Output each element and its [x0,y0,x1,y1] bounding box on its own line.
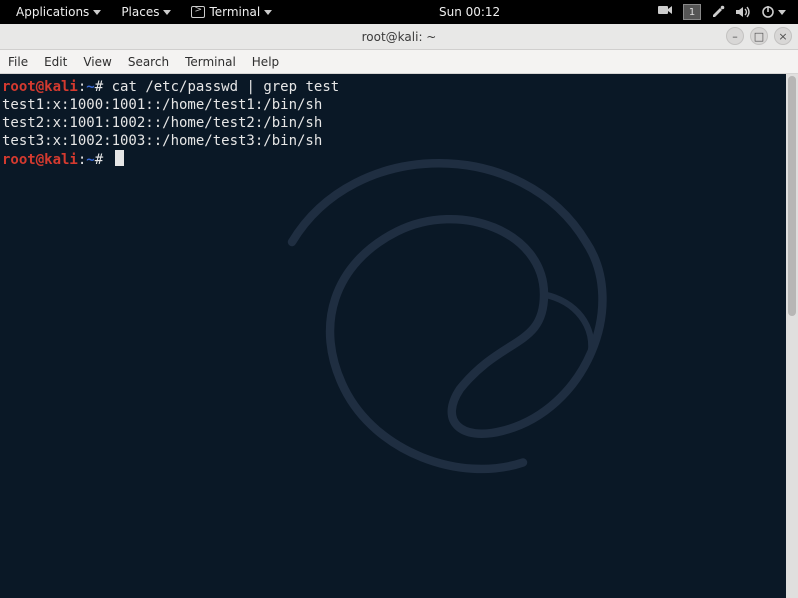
prompt-symbol: # [95,79,103,95]
volume-icon[interactable] [735,5,751,19]
menu-view[interactable]: View [75,50,119,74]
prompt-symbol: # [95,152,103,168]
scrollbar[interactable] [786,74,798,598]
terminal-label: Terminal [209,5,260,19]
camera-icon[interactable] [657,3,673,21]
scrollbar-thumb[interactable] [788,76,796,316]
prompt-path: ~ [86,79,94,95]
window-title: root@kali: ~ [362,30,437,44]
terminal-window: root@kali: ~ – □ × File Edit View Search… [0,24,798,598]
close-button[interactable]: × [774,27,792,45]
terminal-line: root@kali:~# [2,150,794,169]
applications-label: Applications [16,5,89,19]
chevron-down-icon [264,10,272,15]
maximize-button[interactable]: □ [750,27,768,45]
menu-edit[interactable]: Edit [36,50,75,74]
workspace-indicator[interactable]: 1 [683,4,701,20]
prompt-user: root@kali [2,152,78,168]
menu-file[interactable]: File [0,50,36,74]
clock-label[interactable]: Sun 00:12 [439,5,500,19]
power-icon [761,5,775,19]
minimize-button[interactable]: – [726,27,744,45]
terminal-icon [191,6,205,18]
terminal-content[interactable]: root@kali:~# cat /etc/passwd | grep test… [0,74,798,598]
menu-search[interactable]: Search [120,50,177,74]
applications-menu[interactable]: Applications [6,0,111,24]
window-titlebar[interactable]: root@kali: ~ – □ × [0,24,798,50]
chevron-down-icon [163,10,171,15]
chevron-down-icon [93,10,101,15]
menu-help[interactable]: Help [244,50,287,74]
menu-terminal[interactable]: Terminal [177,50,244,74]
terminal-line: root@kali:~# cat /etc/passwd | grep test [2,78,794,96]
terminal-output-line: test2:x:1001:1002::/home/test2:/bin/sh [2,114,794,132]
power-menu[interactable] [761,5,786,19]
command-text: cat /etc/passwd | grep test [103,79,339,95]
places-menu[interactable]: Places [111,0,181,24]
terminal-output-line: test1:x:1000:1001::/home/test1:/bin/sh [2,96,794,114]
cursor-icon [115,150,124,166]
terminal-output-line: test3:x:1002:1003::/home/test3:/bin/sh [2,132,794,150]
chevron-down-icon [778,10,786,15]
prompt-path: ~ [86,152,94,168]
color-picker-icon[interactable] [711,5,725,19]
menubar: File Edit View Search Terminal Help [0,50,798,74]
terminal-viewport: root@kali:~# cat /etc/passwd | grep test… [0,74,798,598]
places-label: Places [121,5,159,19]
terminal-menu[interactable]: Terminal [181,0,282,24]
gnome-top-panel: Applications Places Terminal Sun 00:12 1 [0,0,798,24]
prompt-user: root@kali [2,79,78,95]
